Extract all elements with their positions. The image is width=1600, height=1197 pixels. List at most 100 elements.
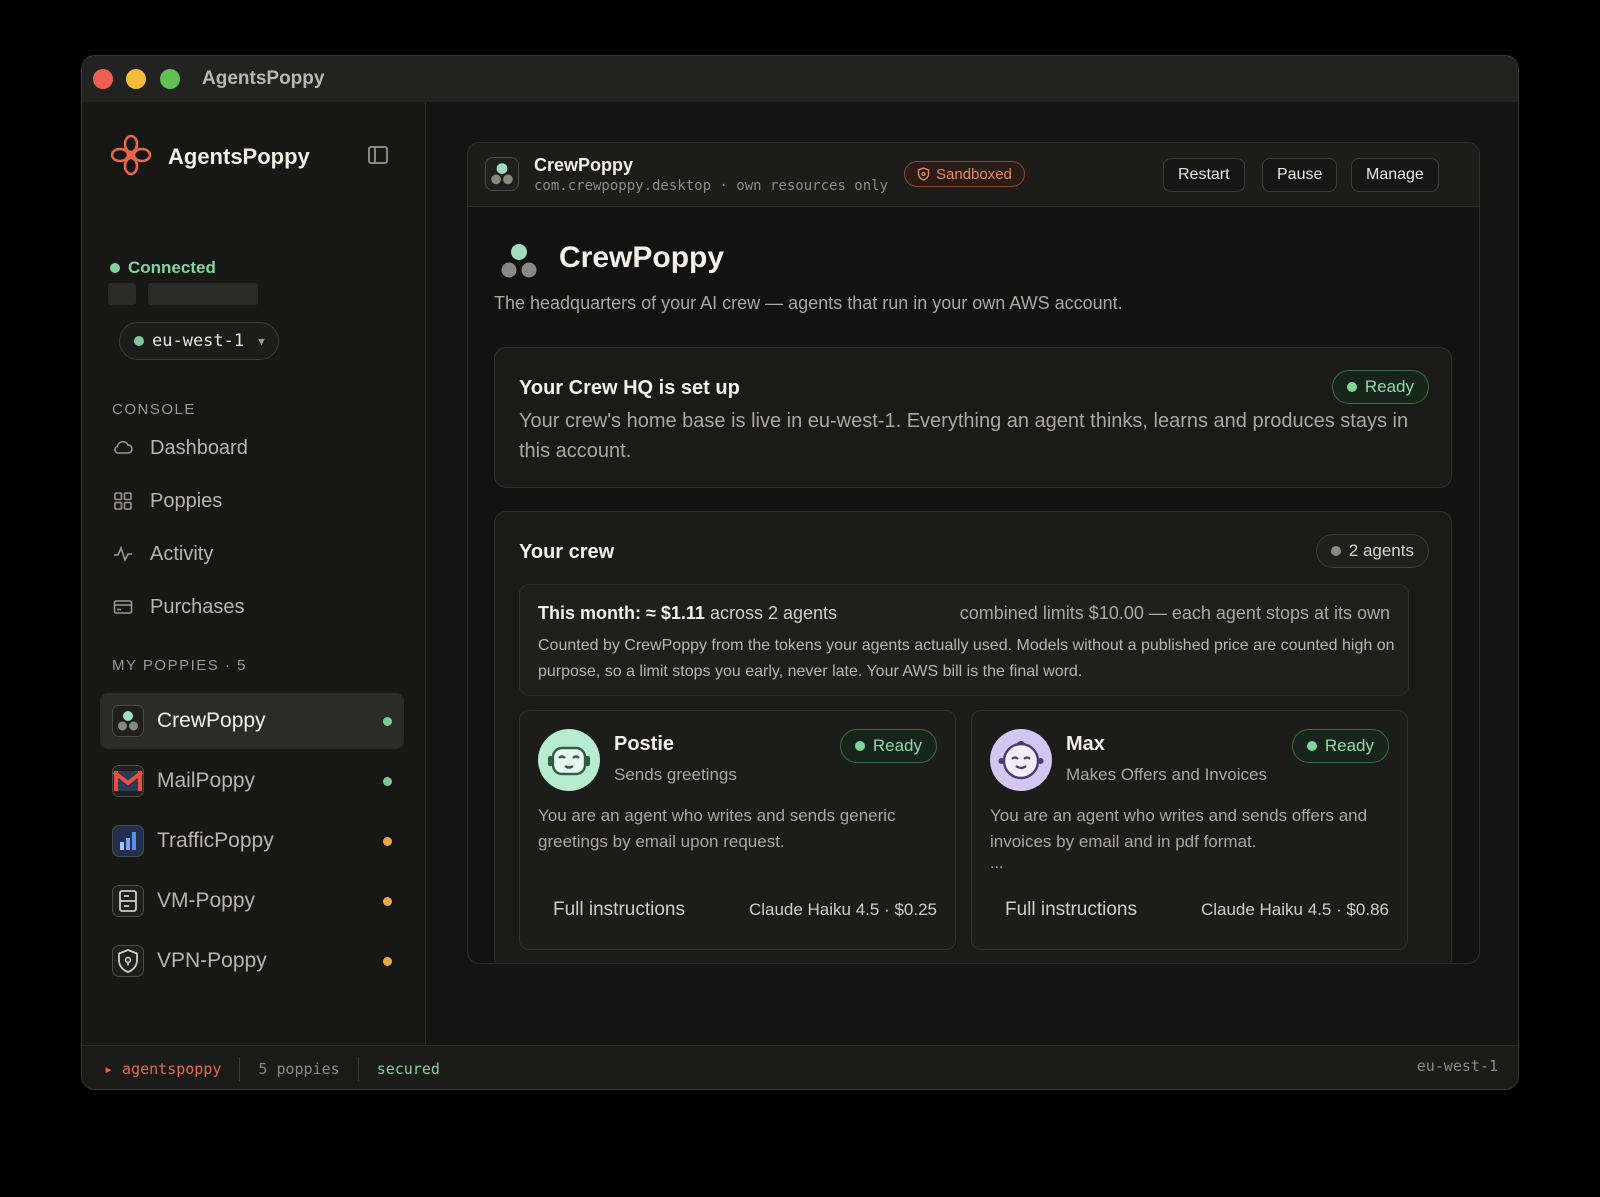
monthly-spend-summary: This month: ≈ $1.11 across 2 agents comb…: [519, 584, 1409, 696]
nav-poppies[interactable]: Poppies: [112, 486, 222, 516]
zoom-window-button[interactable]: [160, 69, 180, 89]
sidebar-toggle-icon[interactable]: [368, 146, 388, 164]
redacted-account: [108, 283, 136, 305]
my-poppies-section-label: MY POPPIES · 5: [112, 657, 247, 674]
restart-button[interactable]: Restart: [1163, 158, 1245, 192]
nav-purchases[interactable]: Purchases: [112, 592, 245, 622]
chevron-down-icon: ▼: [258, 334, 265, 348]
agent-count-label: 2 agents: [1348, 541, 1414, 560]
full-instructions-link[interactable]: Full instructions: [1005, 899, 1137, 921]
redacted-account-id: [148, 283, 258, 305]
main-content: CrewPoppy com.crewpoppy.desktop · own re…: [427, 102, 1518, 1045]
agent-model-cost: Claude Haiku 4.5 · $0.86: [1200, 900, 1389, 919]
combined-limits: combined limits $10.00 — each agent stop…: [959, 603, 1390, 623]
brand-name: AgentsPoppy: [168, 144, 310, 169]
region-selector[interactable]: eu-west-1 ▼: [119, 322, 279, 360]
ready-dot-icon: [854, 741, 865, 751]
manage-button[interactable]: Manage: [1351, 158, 1439, 192]
agent-count-badge: 2 agents: [1315, 534, 1429, 568]
brand-logo-icon: [111, 134, 151, 176]
window-title: AgentsPoppy: [202, 68, 325, 89]
shield-lock-icon: [112, 945, 144, 977]
crew-card: Your crew 2 agents This month: ≈ $1.11 a…: [494, 511, 1452, 963]
nav-activity-label: Activity: [150, 542, 214, 565]
nav-poppies-label: Poppies: [150, 489, 223, 512]
cloud-icon: [112, 437, 134, 459]
agent-description-more: ...: [990, 855, 1004, 872]
poppy-item-crewpoppy[interactable]: CrewPoppy: [100, 693, 404, 749]
poppy-item-trafficpoppy[interactable]: TrafficPoppy: [100, 813, 404, 869]
poppy-status-dot: [383, 957, 392, 966]
status-security: secured: [376, 1059, 440, 1078]
shield-icon: [917, 167, 930, 181]
bar-chart-icon: [112, 825, 144, 857]
connection-status: Connected: [110, 258, 216, 278]
ready-dot-icon: [1346, 382, 1357, 392]
sidebar: AgentsPoppy Connected eu-west-1 ▼ CONSOL…: [82, 102, 426, 1045]
bundle-id: com.crewpoppy.desktop · own resources on…: [534, 178, 889, 194]
crew-hq-description: Your crew's home base is live in eu-west…: [519, 410, 1409, 462]
status-badge: Ready: [1291, 729, 1389, 763]
region-label: eu-west-1: [152, 331, 245, 351]
robot-avatar-icon: [538, 729, 600, 791]
agent-name: Max: [1066, 733, 1105, 755]
status-badge-label: Ready: [1364, 377, 1414, 396]
server-icon: [112, 885, 144, 917]
status-badge-label: Ready: [872, 736, 922, 755]
status-badge-label: Ready: [1324, 736, 1374, 755]
poppy-item-mailpoppy[interactable]: MailPoppy: [100, 753, 404, 809]
close-window-button[interactable]: [93, 69, 113, 89]
mail-icon: [112, 765, 144, 797]
poppy-status-dot: [383, 897, 392, 906]
app-window: AgentsPoppy AgentsPoppy Connected eu-wes…: [81, 55, 1519, 1090]
status-bar: ▸ agentspoppy 5 poppies secured eu-west-…: [82, 1045, 1518, 1089]
crewpoppy-hero-icon: [498, 241, 540, 288]
crewpoppy-icon: [112, 705, 144, 737]
poppy-status-dot: [383, 717, 392, 726]
crew-title: Your crew: [519, 541, 615, 563]
count-dot-icon: [1330, 546, 1341, 556]
poppy-status-dot: [383, 837, 392, 846]
poppy-item-vm-poppy[interactable]: VM-Poppy: [100, 873, 404, 929]
agent-card-max[interactable]: Max Makes Offers and Invoices Ready You …: [971, 710, 1408, 950]
full-instructions-link[interactable]: Full instructions: [553, 899, 685, 921]
page-subtitle: The headquarters of your AI crew — agent…: [494, 293, 1123, 313]
agent-role: Sends greetings: [614, 765, 737, 784]
nav-dashboard[interactable]: Dashboard: [112, 433, 248, 463]
agent-role: Makes Offers and Invoices: [1066, 765, 1267, 784]
nav-activity[interactable]: Activity: [112, 539, 213, 569]
agent-description: You are an agent who writes and sends ge…: [538, 806, 896, 851]
crew-hq-title: Your Crew HQ is set up: [519, 377, 740, 399]
crewpoppy-icon: [485, 157, 519, 191]
poppy-item-label: VPN-Poppy: [157, 949, 267, 972]
agent-model-cost: Claude Haiku 4.5 · $0.25: [748, 900, 937, 919]
baby-face-avatar-icon: [990, 729, 1052, 791]
grid-icon: [112, 490, 134, 512]
agent-card-postie[interactable]: Postie Sends greetings Ready You are an …: [519, 710, 956, 950]
poppy-item-vpn-poppy[interactable]: VPN-Poppy: [100, 933, 404, 989]
status-dot-icon: [110, 263, 120, 273]
poppy-item-label: CrewPoppy: [157, 709, 266, 732]
agent-name: Postie: [614, 733, 675, 755]
console-section-label: CONSOLE: [112, 401, 196, 418]
pause-button[interactable]: Pause: [1262, 158, 1338, 192]
card-icon: [112, 596, 134, 618]
minimize-window-button[interactable]: [126, 69, 146, 89]
status-badge: Ready: [839, 729, 937, 763]
page-title: CrewPoppy: [559, 241, 725, 274]
sandboxed-badge: Sandboxed: [904, 161, 1025, 187]
title-bar: AgentsPoppy: [82, 56, 1518, 102]
agent-description: You are an agent who writes and sends of…: [990, 806, 1368, 851]
poppy-item-label: MailPoppy: [157, 769, 256, 792]
monthly-spend-line: This month: ≈ $1.11 across 2 agents: [538, 603, 837, 624]
status-poppy-count: 5 poppies: [240, 1056, 359, 1081]
poppy-panel: CrewPoppy com.crewpoppy.desktop · own re…: [467, 142, 1480, 964]
poppy-status-dot: [383, 777, 392, 786]
app-name: CrewPoppy: [534, 155, 634, 175]
region-dot-icon: [134, 336, 144, 346]
activity-icon: [112, 543, 134, 565]
connection-status-label: Connected: [128, 258, 216, 277]
poppy-panel-header: CrewPoppy com.crewpoppy.desktop · own re…: [468, 143, 1479, 207]
status-app: ▸ agentspoppy: [82, 1056, 241, 1081]
ready-dot-icon: [1306, 741, 1317, 751]
